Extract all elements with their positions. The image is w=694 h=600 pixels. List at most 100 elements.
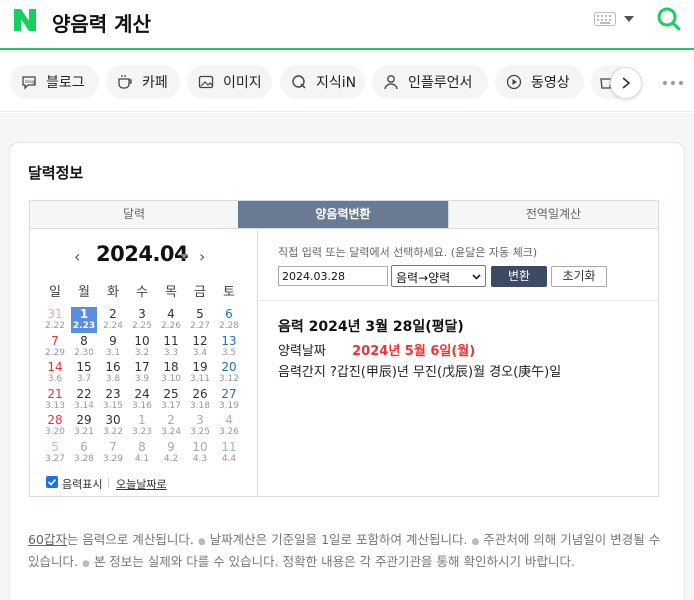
calendar-day[interactable]: 11 4.4 bbox=[216, 440, 242, 466]
calendar-day[interactable]: 23 3.15 bbox=[100, 387, 126, 413]
lunar-day: 3.23 bbox=[131, 427, 153, 437]
image-icon bbox=[198, 75, 214, 89]
calendar-day[interactable]: 12 3.4 bbox=[187, 334, 213, 360]
lunar-day: 2.25 bbox=[131, 321, 153, 331]
lunar-day: 3.7 bbox=[76, 374, 92, 384]
calendar-day[interactable]: 8 2.30 bbox=[71, 334, 97, 360]
calendar-day[interactable]: 9 3.1 bbox=[100, 334, 126, 360]
reset-button[interactable]: 초기화 bbox=[551, 266, 607, 287]
calendar-day[interactable]: 14 3.6 bbox=[42, 360, 68, 386]
calendar-day[interactable]: 17 3.9 bbox=[129, 360, 155, 386]
solar-day: 15 bbox=[76, 360, 92, 374]
calendar-day[interactable]: 21 3.13 bbox=[42, 387, 68, 413]
calendar-day[interactable]: 9 4.2 bbox=[158, 440, 184, 466]
prev-month-button[interactable]: ‹ bbox=[74, 247, 80, 266]
calendar-day[interactable]: 6 3.28 bbox=[71, 440, 97, 466]
next-month-button[interactable]: › bbox=[199, 247, 205, 266]
disclaimer-text-1: 는 음력으로 계산됩니다. bbox=[66, 532, 194, 547]
calendar-day[interactable]: 7 2.29 bbox=[42, 334, 68, 360]
lunar-day: 3.2 bbox=[134, 347, 150, 358]
calendar-day[interactable]: 22 3.14 bbox=[71, 387, 97, 413]
calendar-day[interactable]: 16 3.8 bbox=[100, 360, 126, 386]
solar-day: 25 bbox=[163, 386, 179, 401]
tab-blog[interactable]: blog 블로그 bbox=[10, 65, 99, 99]
convert-button[interactable]: 변환 bbox=[491, 266, 547, 287]
weekday-label: 목 bbox=[165, 285, 177, 300]
calendar-day[interactable]: 4 3.26 bbox=[216, 413, 242, 439]
calendar-day[interactable]: 19 3.11 bbox=[187, 360, 213, 386]
subtab-calendar[interactable]: 달력 bbox=[30, 201, 238, 228]
lunar-day: 3.21 bbox=[73, 427, 95, 437]
calendar-day[interactable]: 31 2.22 bbox=[42, 307, 68, 333]
tab-cafe[interactable]: 카페 bbox=[106, 65, 180, 99]
calendar-day[interactable]: 2 2.24 bbox=[100, 307, 126, 333]
tab-label: 인플루언서 bbox=[408, 75, 473, 91]
keyboard-icon[interactable] bbox=[594, 12, 616, 26]
tab-image[interactable]: 이미지 bbox=[187, 65, 272, 99]
calendar-day[interactable]: 30 3.22 bbox=[100, 413, 126, 439]
calendar-day[interactable]: 11 3.3 bbox=[158, 334, 184, 360]
solar-label: 양력날짜 bbox=[278, 344, 326, 359]
sexagenary-link[interactable]: 60갑자 bbox=[28, 532, 67, 547]
calendar-day[interactable]: 1 2.23 bbox=[71, 307, 97, 333]
calendar-day[interactable]: 28 3.20 bbox=[42, 413, 68, 439]
solar-day: 8 bbox=[80, 333, 88, 348]
calendar-day[interactable]: 25 3.17 bbox=[158, 387, 184, 413]
tab-video[interactable]: 동영상 bbox=[495, 65, 584, 99]
lunar-day: 3.15 bbox=[102, 400, 124, 411]
month-label[interactable]: 2024.04 bbox=[96, 242, 189, 266]
calendar-day[interactable]: 10 4.3 bbox=[187, 440, 213, 466]
calendar-day[interactable]: 15 3.7 bbox=[71, 360, 97, 386]
ganji-row: 음력간지 ?갑진(甲辰)년 무진(戊辰)월 경오(庚午)일 bbox=[278, 365, 562, 380]
calendar-day[interactable]: 29 3.21 bbox=[71, 413, 97, 439]
month-caret-icon[interactable] bbox=[180, 254, 188, 259]
calendar-day[interactable]: 3 3.25 bbox=[187, 413, 213, 439]
tab-influencer[interactable]: 인플루언서 bbox=[372, 65, 488, 99]
calendar-day[interactable]: 7 3.29 bbox=[100, 440, 126, 466]
subtab-lunar-solar[interactable]: 양음력변환 bbox=[238, 201, 448, 228]
solar-value: 2024년 5월 6일(월) bbox=[352, 344, 476, 359]
lunar-day: 3.12 bbox=[218, 374, 240, 384]
calendar-day[interactable]: 3 2.25 bbox=[129, 307, 155, 333]
tab-label: 블로그 bbox=[46, 75, 85, 91]
direction-select[interactable]: 음력→양력 bbox=[391, 265, 486, 287]
calendar-day[interactable]: 1 3.23 bbox=[129, 413, 155, 439]
calendar-day[interactable]: 26 3.18 bbox=[187, 387, 213, 413]
date-input[interactable] bbox=[278, 266, 388, 286]
calendar-day[interactable]: 13 3.5 bbox=[216, 334, 242, 360]
subtab-discharge-date[interactable]: 전역일계산 bbox=[448, 201, 658, 228]
result-heading: 음력 2024년 3월 28일(평달) bbox=[278, 319, 464, 335]
calendar-day[interactable]: 10 3.2 bbox=[129, 334, 155, 360]
tab-kin[interactable]: 지식iN bbox=[280, 65, 365, 99]
play-icon bbox=[506, 74, 522, 90]
calendar-day[interactable]: 18 3.10 bbox=[158, 360, 184, 386]
lunar-day: 2.30 bbox=[73, 347, 95, 358]
search-icon[interactable] bbox=[656, 6, 682, 32]
show-lunar-label[interactable]: 음력표시 bbox=[62, 476, 102, 492]
tab-label: 카페 bbox=[142, 75, 168, 91]
footer-divider bbox=[108, 478, 109, 488]
calendar-day[interactable]: 2 3.24 bbox=[158, 413, 184, 439]
solar-day: 19 bbox=[192, 360, 208, 374]
lunar-day: 2.27 bbox=[189, 321, 211, 331]
go-today-link[interactable]: 오늘날짜로 bbox=[116, 476, 167, 492]
calendar-day[interactable]: 24 3.16 bbox=[129, 387, 155, 413]
lunar-day: 3.19 bbox=[218, 400, 240, 411]
disclaimer: 60갑자는 음력으로 계산됩니다. ● 날짜계산은 기준일을 1일로 포함하여 … bbox=[28, 530, 664, 574]
tab-label: 동영상 bbox=[531, 75, 570, 91]
calendar-day[interactable]: 4 2.26 bbox=[158, 307, 184, 333]
tabs-next-button[interactable] bbox=[610, 67, 642, 99]
caret-down-icon[interactable] bbox=[624, 15, 634, 23]
calendar-day[interactable]: 20 3.12 bbox=[216, 360, 242, 386]
calendar-day[interactable]: 5 2.27 bbox=[187, 307, 213, 333]
naver-logo-icon[interactable] bbox=[12, 7, 38, 33]
more-icon[interactable] bbox=[662, 80, 684, 86]
show-lunar-checkbox[interactable] bbox=[46, 476, 58, 488]
calendar-day[interactable]: 6 2.28 bbox=[216, 307, 242, 333]
calendar-day[interactable]: 5 3.27 bbox=[42, 440, 68, 466]
lunar-day: 3.5 bbox=[221, 347, 237, 358]
weekday-label: 금 bbox=[194, 285, 206, 300]
lunar-day: 3.8 bbox=[105, 374, 121, 384]
calendar-day[interactable]: 8 4.1 bbox=[129, 440, 155, 466]
calendar-day[interactable]: 27 3.19 bbox=[216, 387, 242, 413]
